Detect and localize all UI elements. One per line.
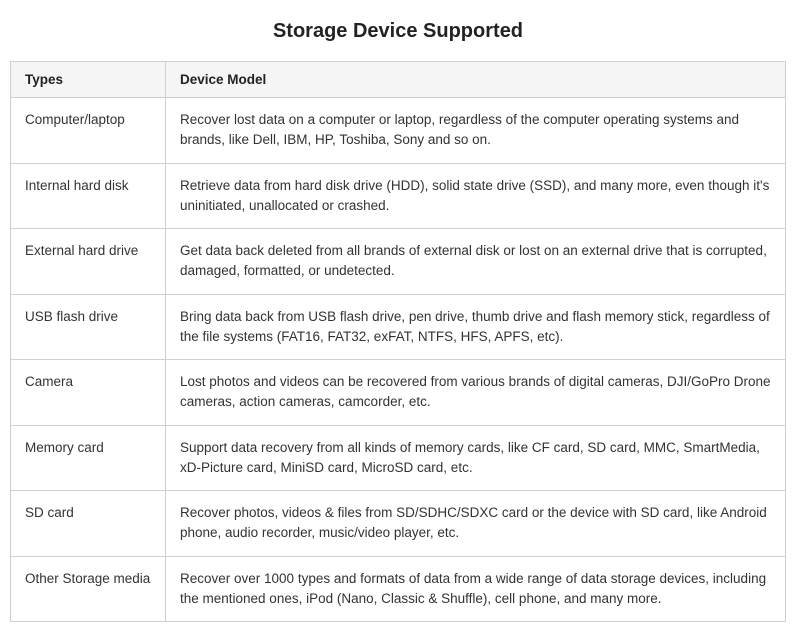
row-description: Recover over 1000 types and formats of d… — [166, 556, 786, 622]
table-row: Computer/laptopRecover lost data on a co… — [11, 98, 786, 164]
row-type: Computer/laptop — [11, 98, 166, 164]
table-row: SD cardRecover photos, videos & files fr… — [11, 491, 786, 557]
col-header-types: Types — [11, 62, 166, 98]
row-description: Lost photos and videos can be recovered … — [166, 360, 786, 426]
table-header-row: Types Device Model — [11, 62, 786, 98]
page-title: Storage Device Supported — [10, 20, 786, 43]
table-row: External hard driveGet data back deleted… — [11, 229, 786, 295]
row-type: SD card — [11, 491, 166, 557]
row-description: Recover lost data on a computer or lapto… — [166, 98, 786, 164]
row-description: Bring data back from USB flash drive, pe… — [166, 294, 786, 360]
table-row: Internal hard diskRetrieve data from har… — [11, 163, 786, 229]
row-type: Memory card — [11, 425, 166, 491]
table-row: Other Storage mediaRecover over 1000 typ… — [11, 556, 786, 622]
row-description: Retrieve data from hard disk drive (HDD)… — [166, 163, 786, 229]
row-type: External hard drive — [11, 229, 166, 295]
col-header-device-model: Device Model — [166, 62, 786, 98]
row-description: Support data recovery from all kinds of … — [166, 425, 786, 491]
row-type: Camera — [11, 360, 166, 426]
storage-table: Types Device Model Computer/laptopRecove… — [10, 61, 786, 622]
row-type: USB flash drive — [11, 294, 166, 360]
table-row: CameraLost photos and videos can be reco… — [11, 360, 786, 426]
table-row: USB flash driveBring data back from USB … — [11, 294, 786, 360]
row-description: Recover photos, videos & files from SD/S… — [166, 491, 786, 557]
row-type: Other Storage media — [11, 556, 166, 622]
table-row: Memory cardSupport data recovery from al… — [11, 425, 786, 491]
row-description: Get data back deleted from all brands of… — [166, 229, 786, 295]
page-wrapper: Storage Device Supported Types Device Mo… — [0, 0, 796, 632]
row-type: Internal hard disk — [11, 163, 166, 229]
